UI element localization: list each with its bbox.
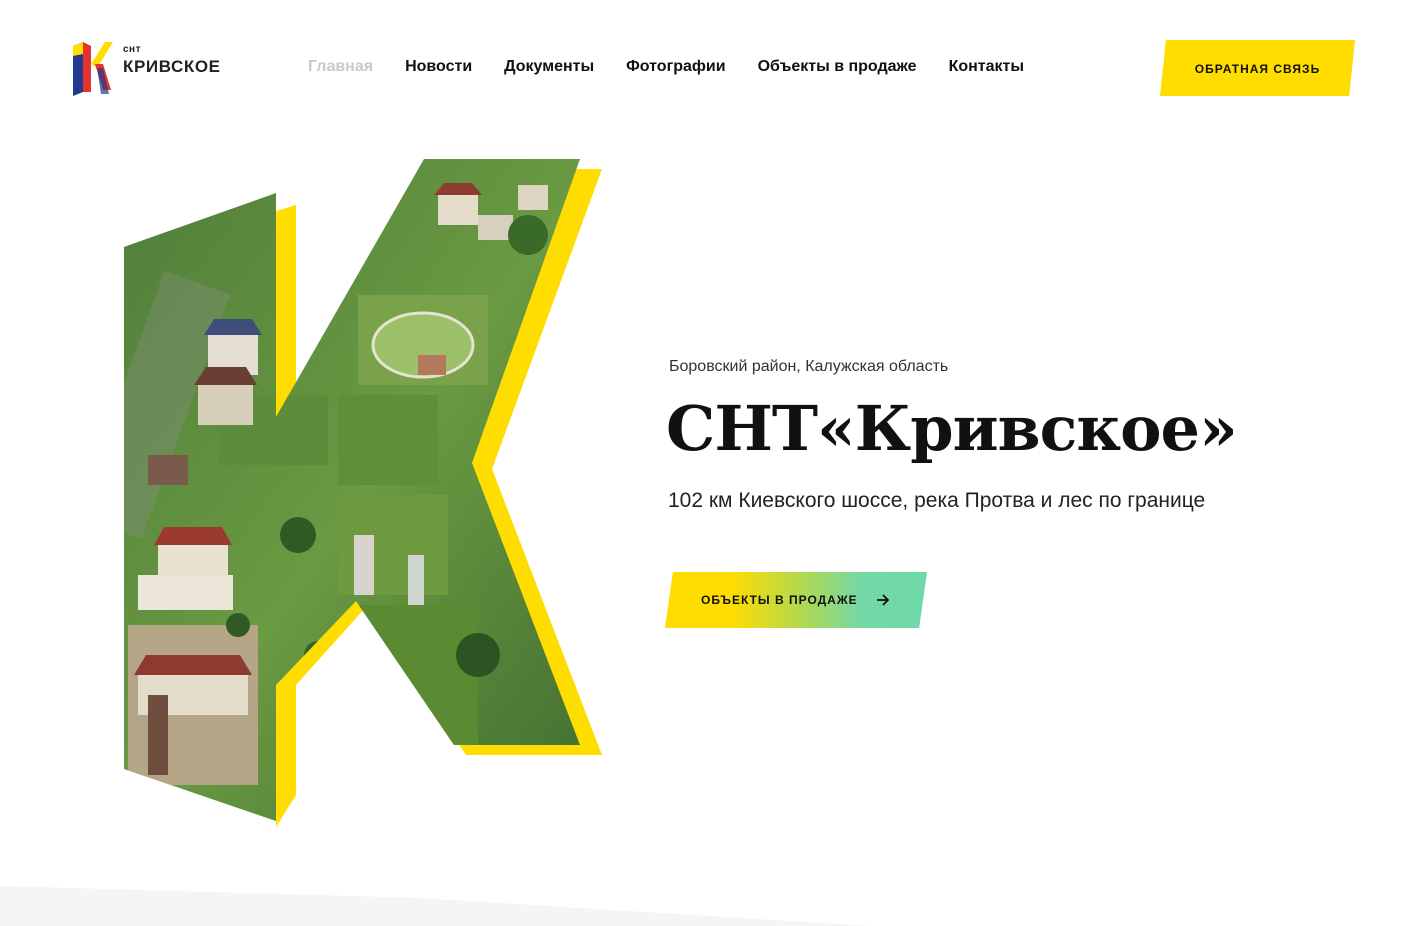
nav-item-home[interactable]: Главная (308, 58, 373, 76)
objects-for-sale-button-label: ОБЪЕКТЫ В ПРОДАЖЕ (701, 593, 858, 607)
feedback-button-label: ОБРАТНАЯ СВЯЗЬ (1194, 61, 1321, 76)
arrow-right-icon (876, 594, 889, 606)
feedback-button[interactable]: ОБРАТНАЯ СВЯЗЬ (1160, 40, 1355, 96)
bottom-section-edge (0, 886, 870, 926)
hero-location: Боровский район, Калужская область (669, 358, 949, 375)
hero-subtitle: 102 км Киевского шоссе, река Протва и ле… (668, 489, 1206, 512)
hero-k-aerial-image (124, 159, 602, 827)
nav-item-documents[interactable]: Документы (504, 58, 594, 76)
objects-for-sale-button[interactable]: ОБЪЕКТЫ В ПРОДАЖЕ (665, 572, 927, 628)
logo-small-text: снт (123, 44, 141, 55)
nav-item-news[interactable]: Новости (405, 58, 472, 76)
nav-item-objects-for-sale[interactable]: Объекты в продаже (758, 58, 917, 76)
logo-k-icon (73, 42, 113, 96)
hero-title: СНТ«Кривское» (666, 392, 1238, 465)
nav-item-contacts[interactable]: Контакты (949, 58, 1024, 76)
site-logo[interactable]: снт КРИВСКОЕ (71, 40, 231, 96)
main-nav: Главная Новости Документы Фотографии Объ… (308, 58, 1024, 76)
logo-name-text: КРИВСКОЕ (123, 57, 221, 76)
nav-item-photos[interactable]: Фотографии (626, 58, 725, 76)
